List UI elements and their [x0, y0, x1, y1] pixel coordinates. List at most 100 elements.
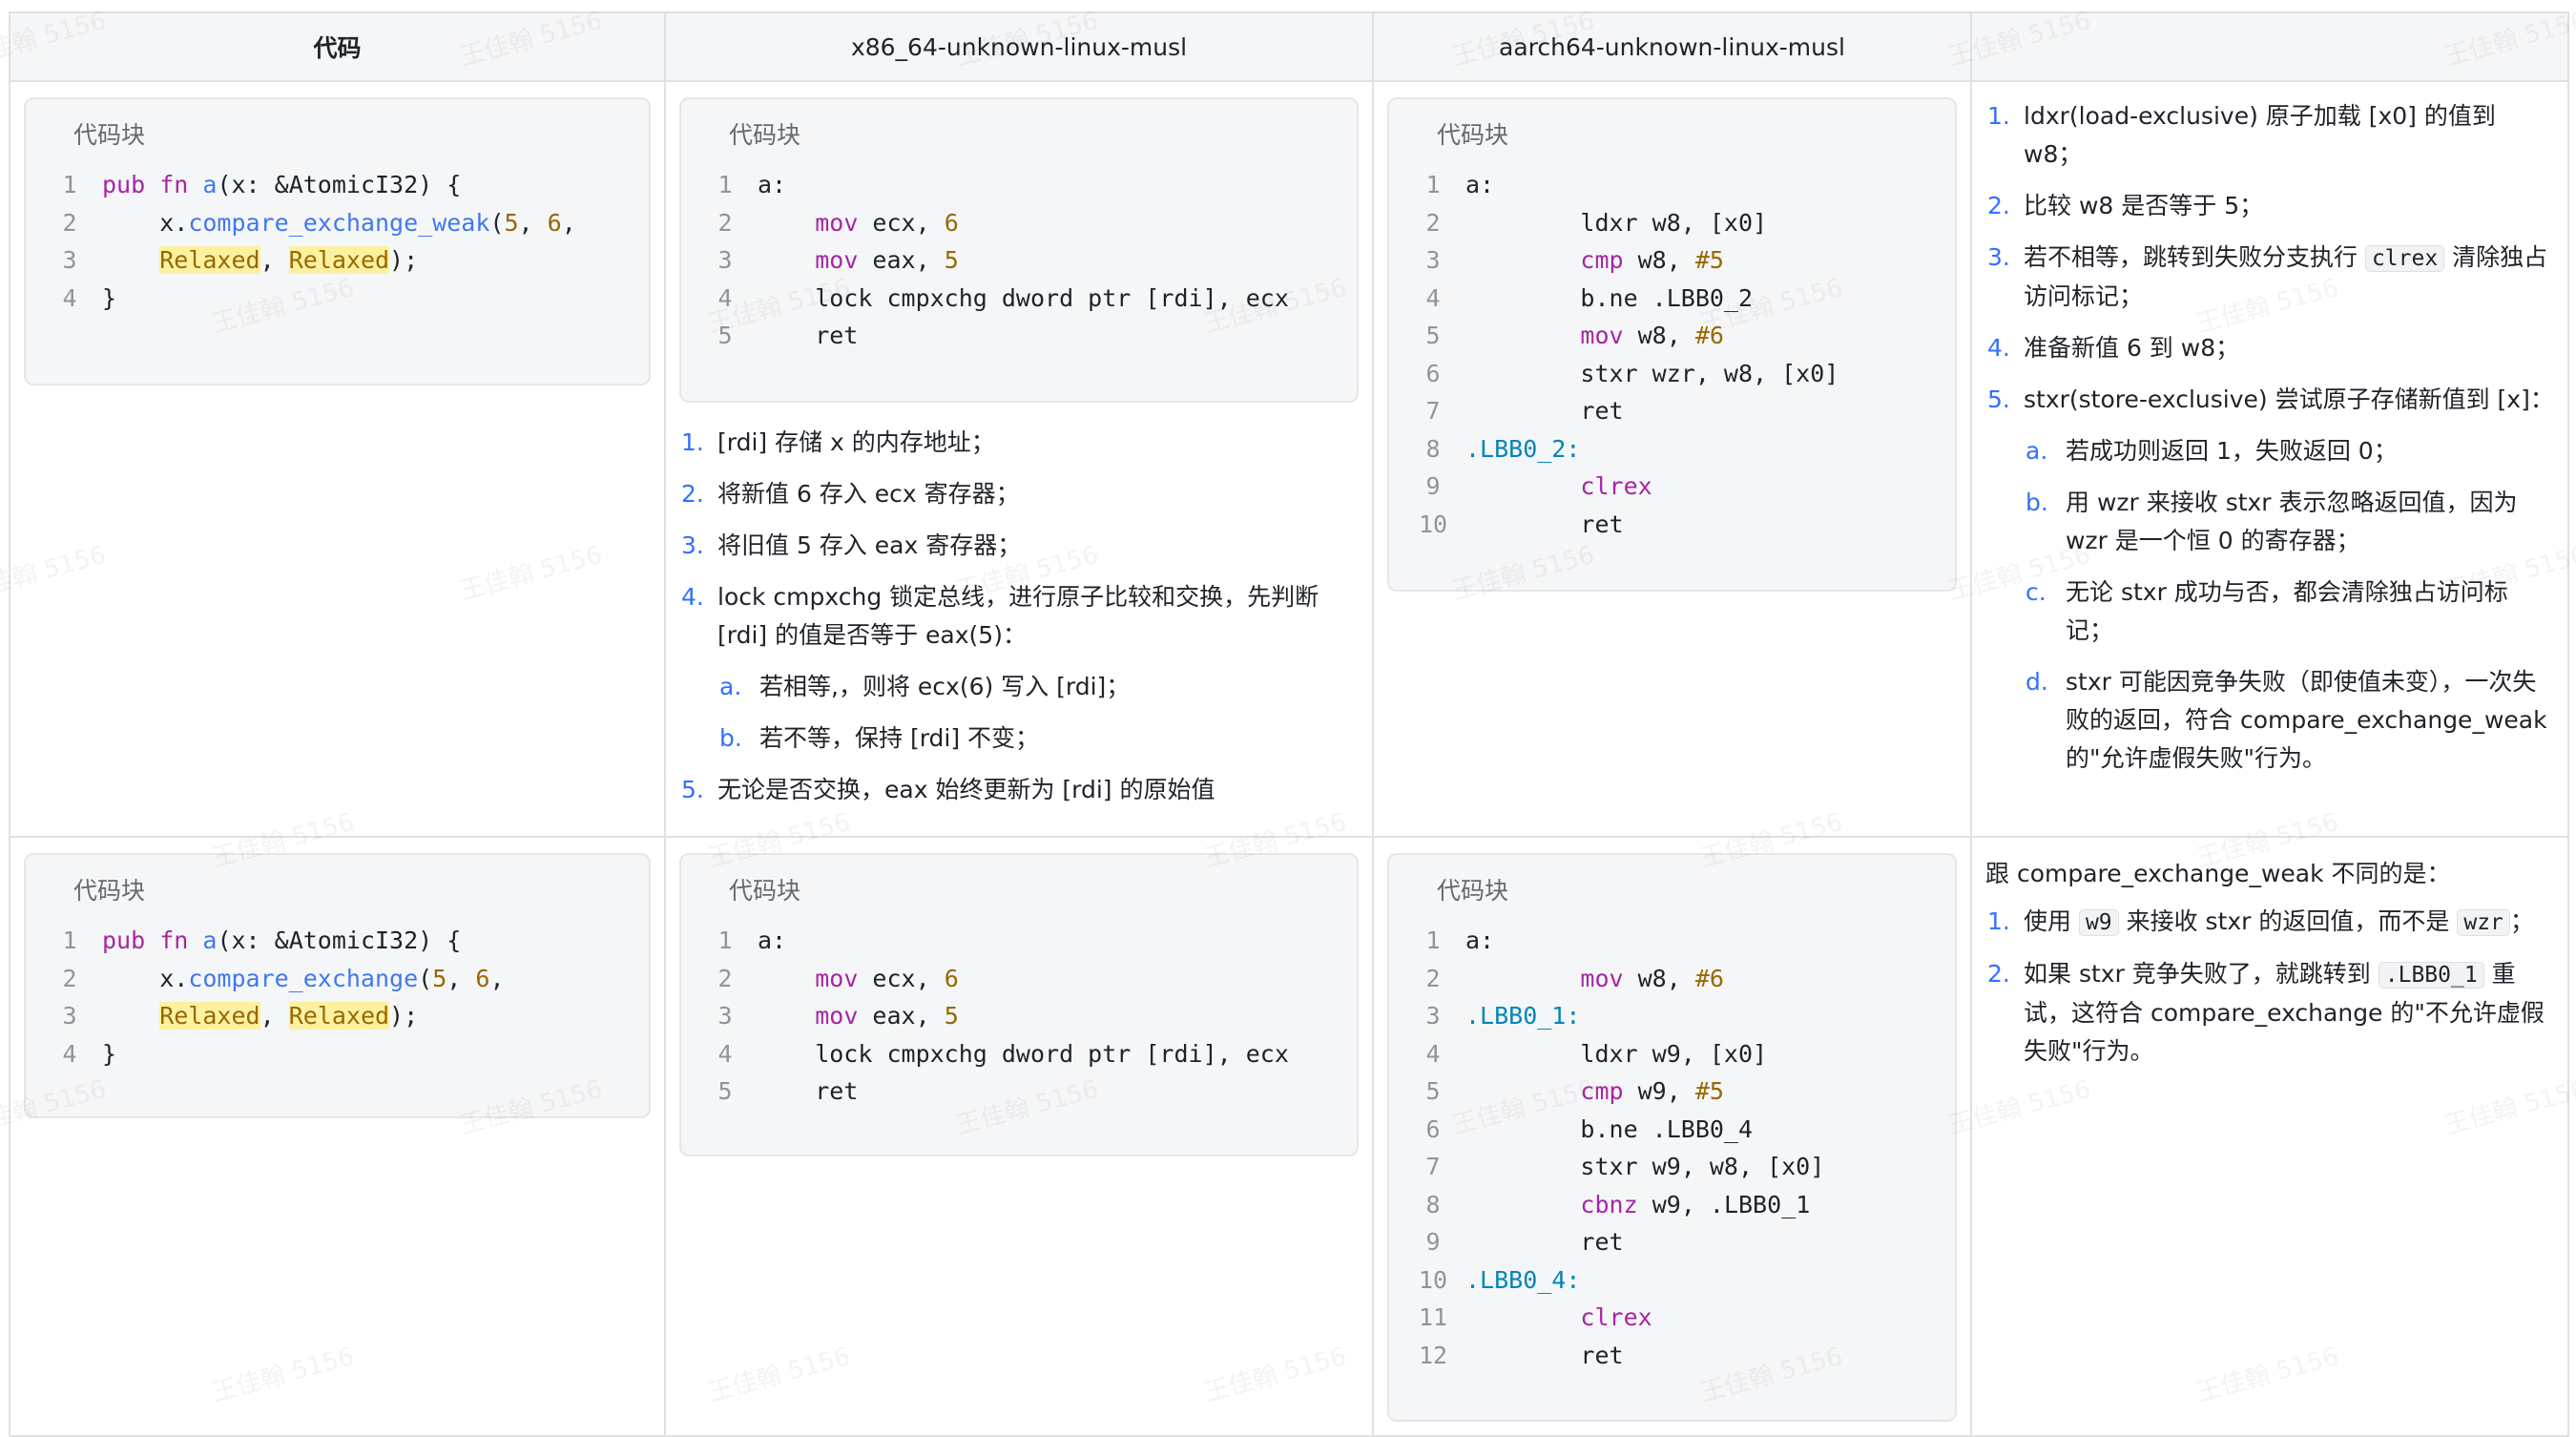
list-item: 2. 如果 stxr 竞争失败了，就跳转到 .LBB0_1 重试，这符合 comp…: [1985, 955, 2554, 1071]
note-text: ldxr(load-exclusive) 原子加载 [x0] 的值到 w8；: [2024, 102, 2496, 168]
table-row: 代码块 1 pub fn a(x: &AtomicI32) {2 x.compar…: [9, 836, 2569, 1437]
code-token: 6: [475, 964, 490, 992]
code-line: 5 cmp w9, #5: [1389, 1073, 1955, 1111]
code-token: fn: [159, 927, 203, 954]
x86-notes-list: 1. [rdi] 存储 x 的内存地址； 2. 将新值 6 存入 ecx 寄存器； 3.…: [679, 424, 1359, 809]
line-number: 3: [717, 246, 733, 274]
code-block-title: 代码块: [1437, 121, 1509, 149]
note-text: 若成功则返回 1，失败返回 0；: [2066, 437, 2398, 465]
note-fragment: ldxr(load-exclusive) 原子加载 [x0] 的值到 w8；: [2024, 102, 2496, 168]
code-token: ret: [758, 322, 859, 349]
code-text: ldxr w9, [x0]: [1465, 1035, 1767, 1073]
header-aarch64: aarch64-unknown-linux-musl: [1372, 11, 1972, 82]
code-token: b.ne .LBB0_2: [1465, 283, 1754, 312]
code-token: ,: [447, 964, 476, 992]
code-token: clrex: [1580, 1303, 1652, 1331]
code-token: );: [389, 1002, 419, 1030]
diff-intro: 跟 compare_exchange_weak 不同的是：: [1985, 860, 2451, 887]
line-number: 6: [1425, 1114, 1441, 1143]
cell-x86-strong: 代码块 1 a: 2 mov ecx, 63 mov eax, 54 lock cm…: [664, 836, 1374, 1437]
code-line: 4 b.ne .LBB0_2: [1389, 280, 1955, 318]
code-token: ret: [1465, 510, 1624, 538]
table-row: 代码块 1 pub fn a(x: &AtomicI32) { 2 x.compar…: [9, 80, 2569, 838]
code-token: a:: [1465, 927, 1495, 954]
code-token: w8,: [1623, 964, 1695, 992]
code-token: 5: [504, 208, 519, 237]
line-number: 3: [1425, 1002, 1441, 1030]
code-token: ,: [561, 208, 576, 237]
code-line: 1 pub fn a(x: &AtomicI32) {: [26, 166, 649, 204]
code-token: ecx,: [858, 964, 945, 992]
code-token: (x: &AtomicI32) {: [217, 927, 462, 954]
inline-code: w9: [2078, 909, 2119, 936]
line-number: 3: [62, 1002, 77, 1030]
code-token: b.ne .LBB0_4: [1465, 1114, 1754, 1143]
code-token: lock cmpxchg dword ptr [rdi], ecx: [758, 1039, 1289, 1068]
code-token: eax,: [858, 1002, 945, 1030]
code-token: stxr wzr, w8, [x0]: [1465, 359, 1839, 387]
note-fragment: 比较 w8 是否等于 5；: [2024, 192, 2264, 219]
code-line: 5 ret: [681, 317, 1357, 355]
line-number: 2: [717, 208, 733, 237]
code-token: ret: [1465, 1228, 1624, 1256]
code-text: }: [102, 280, 116, 318]
code-line: 4 lock cmpxchg dword ptr [rdi], ecx: [681, 1035, 1357, 1073]
list-item: a. 若相等,，则将 ecx(6) 写入 [rdi]；: [717, 668, 1359, 706]
code-line: 4}: [26, 280, 649, 318]
code-token: .LBB0_1:: [1465, 1002, 1581, 1030]
code-text: pub fn a(x: &AtomicI32) {: [102, 166, 461, 204]
code-text: mov eax, 5: [758, 241, 959, 280]
code-token: ,: [489, 964, 505, 992]
code-token: ecx,: [858, 208, 945, 237]
code-token: 6: [547, 208, 562, 237]
list-marker: 3.: [1987, 243, 2010, 271]
code-block-arm-strong[interactable]: 代码块 1 a: 2 mov w8, #6 3 .LBB0_1: 4 ldxr w9, […: [1387, 853, 1957, 1422]
code-token: cbnz: [1580, 1190, 1638, 1218]
note-fragment: stxr(store-exclusive) 尝试原子存储新值到 [x]：: [2024, 385, 2554, 413]
code-block-rust-weak[interactable]: 代码块 1 pub fn a(x: &AtomicI32) {2 x.compar…: [24, 97, 651, 385]
list-marker: 5.: [1987, 385, 2010, 413]
code-token: w8,: [1623, 246, 1695, 274]
code-block-x86-strong[interactable]: 代码块 1 a: 2 mov ecx, 63 mov eax, 54 lock cm…: [679, 853, 1359, 1156]
code-token: 5: [944, 1002, 959, 1030]
code-token: #6: [1694, 322, 1724, 349]
comparison-table: 代码 x86_64-unknown-linux-musl aarch64-unk…: [9, 11, 2569, 1437]
code-text: .LBB0_2:: [1465, 430, 1580, 469]
code-line: 2 x.compare_exchange(5, 6,: [26, 960, 649, 998]
code-block-arm-weak[interactable]: 代码块 1 a: 2 ldxr w8, [x0] 3 cmp w8, #5 4 b.ne…: [1387, 97, 1957, 592]
line-number: 1: [62, 171, 77, 198]
code-text: b.ne .LBB0_2: [1465, 280, 1753, 318]
line-number: 2: [62, 208, 77, 237]
code-block-title: 代码块: [73, 877, 146, 905]
code-text: ret: [758, 317, 858, 355]
line-number: 5: [1425, 322, 1441, 349]
code-token: #5: [1694, 246, 1724, 274]
list-item: 1. [rdi] 存储 x 的内存地址；: [679, 424, 1359, 462]
list-marker: 1.: [681, 428, 704, 456]
note-text: stxr 可能因竞争失败（即使值未变），一次失败的返回，符合 compare_e…: [2066, 668, 2547, 772]
code-block-x86-weak[interactable]: 代码块 1 a: 2 mov ecx, 63 mov eax, 54 lock cm…: [679, 97, 1359, 403]
code-token: a:: [1465, 171, 1495, 198]
code-line: 3 .LBB0_1:: [1389, 997, 1955, 1035]
code-token: x.: [102, 208, 189, 237]
code-token: a:: [758, 927, 787, 954]
line-number: 5: [717, 1077, 733, 1105]
list-marker: d.: [2025, 668, 2048, 696]
code-token: }: [102, 283, 117, 312]
list-marker: 2.: [1987, 960, 2010, 988]
code-token: .LBB0_4:: [1465, 1265, 1581, 1294]
code-token: Relaxed: [159, 246, 260, 274]
code-block-rust-strong[interactable]: 代码块 1 pub fn a(x: &AtomicI32) {2 x.compar…: [24, 853, 651, 1118]
code-token: cmp: [1580, 246, 1624, 274]
code-text: lock cmpxchg dword ptr [rdi], ecx: [758, 280, 1289, 318]
code-token: compare_exchange_weak: [188, 208, 490, 237]
line-number: 10: [1418, 510, 1448, 538]
note-fragment: 使用: [2024, 907, 2079, 935]
code-line: 1 a:: [681, 922, 1357, 960]
code-line: 2 mov w8, #6: [1389, 960, 1955, 998]
